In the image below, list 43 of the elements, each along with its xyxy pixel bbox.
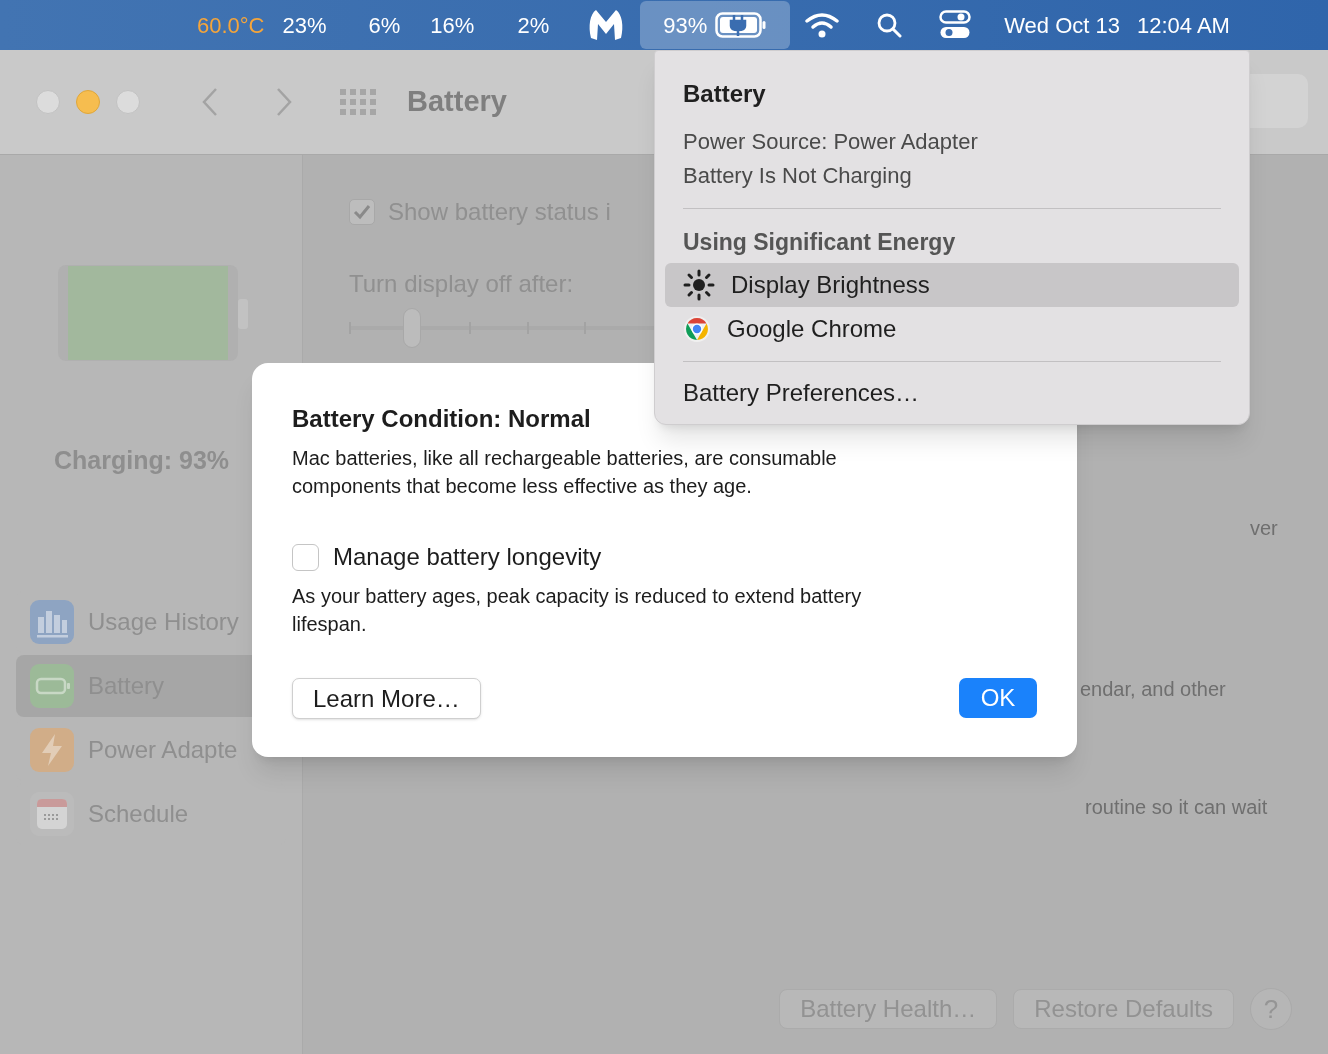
menu-item[interactable]: Google Chrome bbox=[665, 307, 1239, 351]
window-title: Battery bbox=[407, 84, 507, 120]
status-line: Power Source: Power Adapter bbox=[683, 128, 979, 156]
grid-icon[interactable] bbox=[340, 89, 376, 115]
partial-text: routine so it can wait bbox=[1085, 795, 1268, 820]
minimize-button[interactable] bbox=[76, 90, 100, 114]
dialog-title: Battery Condition: Normal bbox=[292, 404, 592, 434]
ok-button[interactable]: OK bbox=[959, 678, 1037, 718]
partial-text: endar, and other bbox=[1080, 677, 1226, 702]
chrome-icon bbox=[683, 315, 711, 343]
button[interactable]: Learn More… bbox=[292, 678, 481, 719]
zoom-button[interactable] bbox=[116, 90, 140, 114]
menu-bar-item[interactable]: Wed Oct 13 bbox=[1004, 8, 1120, 42]
back-icon[interactable] bbox=[202, 87, 218, 117]
checkmark-icon bbox=[353, 204, 371, 220]
checkbox[interactable] bbox=[349, 199, 375, 225]
menu-bar-item[interactable]: 23% bbox=[282, 8, 327, 42]
menu-bar-item[interactable]: 2% bbox=[517, 8, 550, 42]
checkbox-description: As your battery ages, peak capacity is reduced to extend battery lifespan. bbox=[292, 584, 863, 637]
lightning-icon bbox=[30, 728, 74, 772]
forward-icon[interactable] bbox=[276, 87, 292, 117]
menu-bar-item[interactable]: 12:04 AM bbox=[1136, 8, 1230, 42]
search-icon[interactable] bbox=[876, 12, 903, 38]
menu-bar-item[interactable]: 6% bbox=[368, 8, 401, 42]
sun-icon bbox=[683, 269, 715, 301]
wifi-icon[interactable] bbox=[804, 11, 841, 39]
menu-item[interactable]: Display Brightness bbox=[665, 263, 1239, 307]
bar-chart-icon bbox=[30, 600, 74, 644]
shield-icon[interactable] bbox=[588, 8, 625, 42]
section-heading: Using Significant Energy bbox=[683, 228, 957, 257]
checkbox[interactable] bbox=[292, 543, 319, 571]
menu-title: Battery bbox=[683, 79, 767, 109]
partial-text: ver bbox=[1250, 516, 1278, 541]
close-button[interactable] bbox=[36, 90, 60, 114]
menu-item[interactable]: Battery Preferences… bbox=[683, 377, 1221, 409]
status-line: Battery Is Not Charging bbox=[683, 162, 913, 190]
battery-menu-button[interactable]: 93% bbox=[640, 1, 791, 49]
battery-plug-icon bbox=[715, 12, 768, 38]
checkbox-label: Manage battery longevity bbox=[333, 542, 602, 572]
menu-bar-item[interactable]: 16% bbox=[430, 8, 475, 42]
battery-icon bbox=[30, 664, 74, 708]
dialog-message: Mac batteries, like all rechargeable batteries, are consumable components that become less effective as they age. bbox=[292, 446, 838, 499]
toggles-icon[interactable] bbox=[939, 10, 972, 40]
